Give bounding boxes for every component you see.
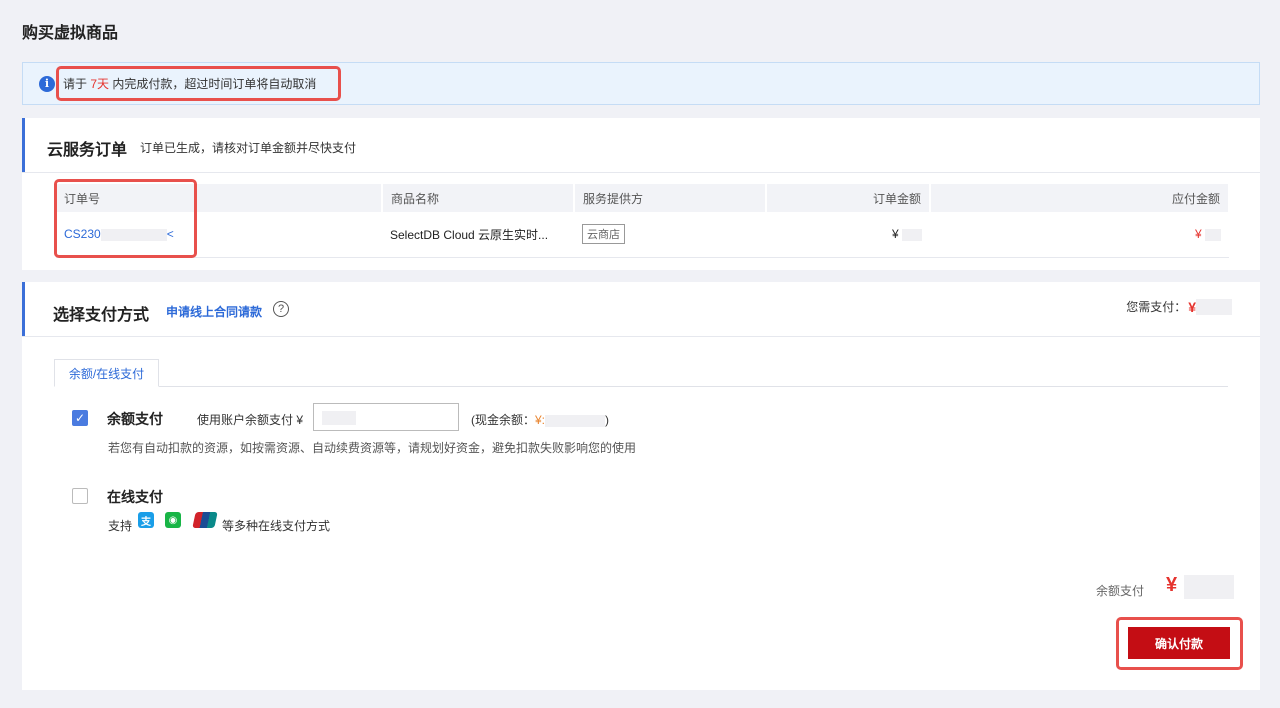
column-header-order-amount: 订单金额 (766, 184, 931, 212)
masked-value (322, 411, 356, 425)
product-cell: SelectDB Cloud 云原生实时... (382, 212, 574, 258)
masked-value (1196, 298, 1232, 315)
balance-pay-title: 余额支付 (107, 411, 163, 427)
balance-hint: 若您有自动扣款的资源，如按需资源、自动续费资源等，请规划好资金，避免扣款失败影响… (108, 441, 637, 455)
tab-baseline (54, 386, 1228, 387)
order-table: 订单号 商品名称 服务提供方 订单金额 应付金额 CS230 < SelectDB… (56, 184, 1230, 258)
need-pay-summary: 您需支付： ¥ (1126, 298, 1232, 315)
masked-value (1184, 575, 1234, 599)
highlight-box-order-no (54, 179, 197, 258)
highlight-box-notice (56, 66, 341, 101)
order-card-subtitle: 订单已生成，请核对订单金额并尽快支付 (140, 141, 357, 155)
table-row: CS230 < SelectDB Cloud 云原生实时... 云商店 ¥ ¥ (56, 212, 1229, 258)
need-pay-amount: ¥ (1188, 298, 1196, 315)
table-header-row: 订单号 商品名称 服务提供方 订单金额 应付金额 (56, 184, 1230, 212)
balance-use-label: 使用账户余额支付 ¥ (197, 413, 304, 427)
card-accent-bar (22, 118, 25, 172)
page-title: 购买虚拟商品 (22, 25, 119, 42)
wechat-pay-icon: ◉ (165, 512, 181, 528)
online-pay-title: 在线支付 (107, 489, 163, 505)
tab-balance-online-pay[interactable]: 余额/在线支付 (54, 359, 159, 387)
provider-cell: 云商店 (574, 212, 766, 258)
masked-value (545, 414, 606, 427)
contract-request-link[interactable]: 申请线上合同请款 (166, 303, 262, 320)
highlight-box-confirm (1116, 617, 1243, 670)
card-accent-bar (22, 282, 25, 336)
pay-amount-cell: ¥ (930, 212, 1229, 258)
divider (22, 172, 1260, 173)
payment-card: 选择支付方式 申请线上合同请款 ? 您需支付： ¥ 余额/在线支付 ✓ 余额支付… (22, 282, 1260, 690)
online-support-prefix: 支持 (108, 519, 133, 533)
cash-balance: (现金余额：¥:) (471, 413, 610, 427)
divider (22, 336, 1260, 337)
provider-tag: 云商店 (582, 224, 625, 245)
alipay-icon: 支 (138, 512, 154, 528)
payment-card-title: 选择支付方式 (53, 307, 150, 324)
order-amount-cell: ¥ (766, 212, 930, 258)
online-pay-checkbox[interactable] (72, 488, 88, 504)
balance-pay-checkbox[interactable]: ✓ (72, 410, 88, 426)
masked-value (1205, 229, 1221, 242)
online-support-suffix: 等多种在线支付方式 (222, 519, 331, 533)
balance-amount-input[interactable] (313, 403, 459, 431)
check-icon: ✓ (74, 411, 86, 425)
column-header-pay-amount: 应付金额 (930, 184, 1230, 212)
masked-value (902, 229, 922, 242)
summary-pay-method: 余额支付 (1096, 584, 1145, 598)
summary-amount: ¥ (1166, 574, 1178, 596)
unionpay-icon (192, 512, 218, 528)
info-icon: i (39, 75, 55, 92)
column-header-product: 商品名称 (382, 184, 575, 212)
order-card-title: 云服务订单 (47, 142, 128, 159)
help-icon[interactable]: ? (273, 301, 289, 317)
order-card: 云服务订单 订单已生成，请核对订单金额并尽快支付 订单号 商品名称 服务提供方 … (22, 118, 1260, 270)
column-header-provider: 服务提供方 (574, 184, 767, 212)
